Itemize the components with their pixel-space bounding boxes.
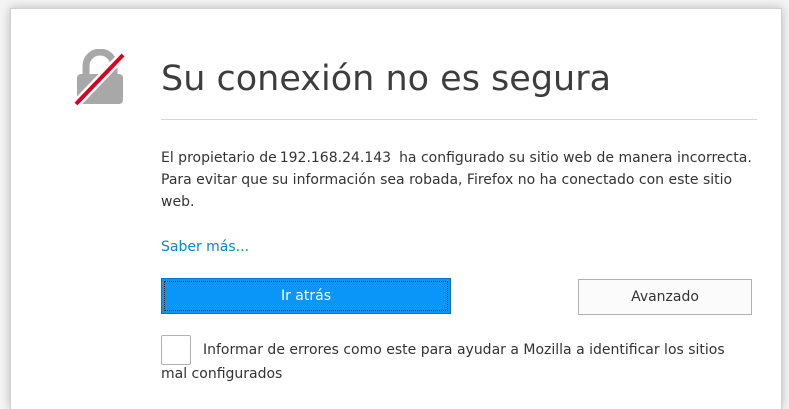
- broken-lock-icon: [71, 48, 129, 107]
- report-errors-label: Informar de errores como este para ayuda…: [161, 342, 725, 382]
- learn-more-link[interactable]: Saber más...: [161, 239, 249, 255]
- title-divider: [161, 119, 757, 120]
- page-title: Su conexión no es segura: [161, 59, 612, 99]
- host-address: 192.168.24.143: [279, 150, 392, 166]
- error-page: Su conexión no es segura El propietario …: [10, 8, 782, 409]
- advanced-button[interactable]: Avanzado: [578, 279, 752, 315]
- go-back-button[interactable]: Ir atrás: [161, 278, 451, 314]
- report-errors-checkbox[interactable]: [161, 335, 191, 365]
- description-prefix: El propietario de: [161, 150, 277, 166]
- error-description: El propietario de 192.168.24.143 ha config…: [161, 147, 761, 213]
